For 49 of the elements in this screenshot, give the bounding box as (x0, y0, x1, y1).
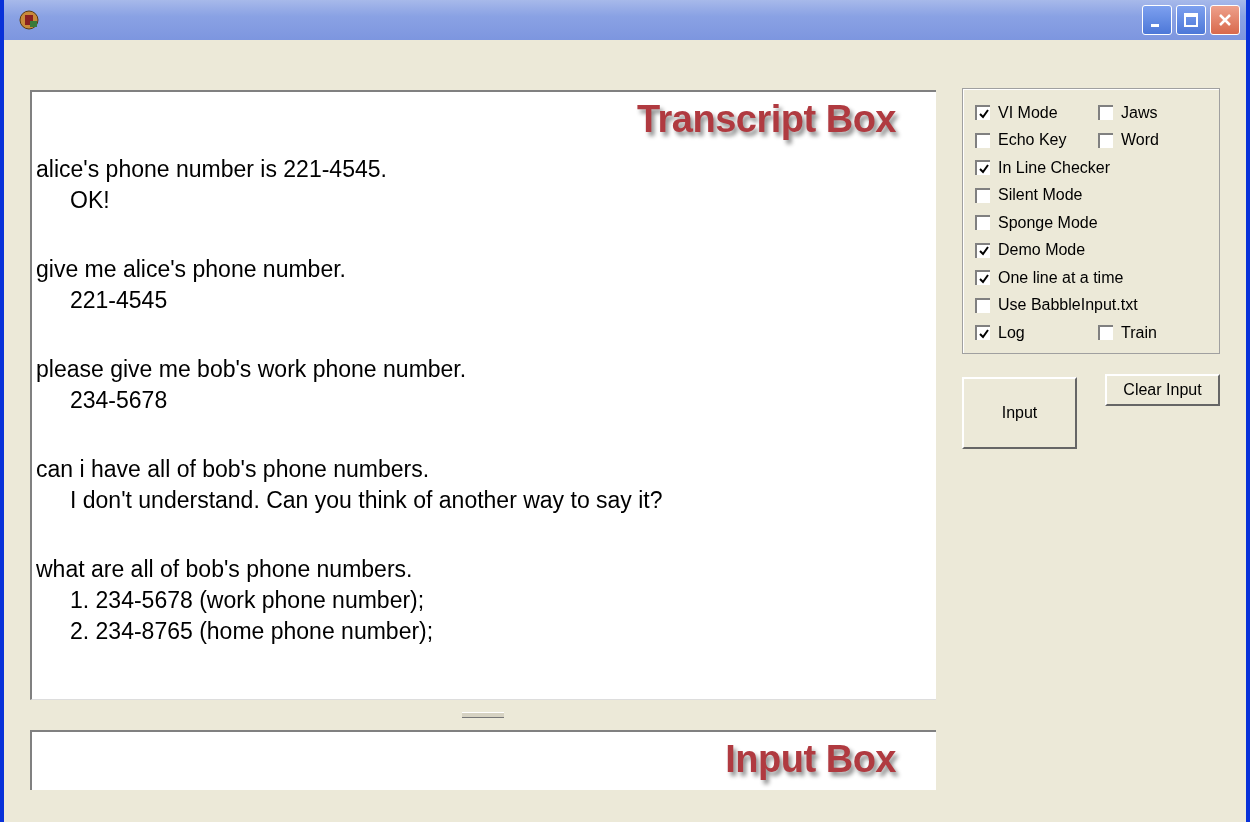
transcript-reply: I don't understand. Can you think of another way to say it? (69, 486, 664, 515)
maximize-icon (1183, 12, 1199, 28)
clear-input-button[interactable]: Clear Input (1105, 374, 1220, 406)
transcript-line: can i have all of bob's phone numbers. (36, 455, 431, 484)
input-button[interactable]: Input (962, 377, 1077, 449)
close-icon (1217, 12, 1233, 28)
option-checkbox[interactable]: One line at a time (975, 268, 1124, 287)
checkbox[interactable] (975, 242, 990, 258)
checkbox[interactable] (975, 215, 990, 231)
checkbox[interactable] (1098, 132, 1113, 148)
transcript-reply: 2. 234-8765 (home phone number); (69, 617, 435, 646)
checkbox[interactable] (1098, 325, 1113, 341)
splitter-handle[interactable] (462, 712, 504, 718)
checkbox[interactable] (975, 132, 990, 148)
checkbox[interactable] (975, 187, 990, 203)
option-checkbox[interactable]: Demo Mode (975, 241, 1086, 260)
checkbox[interactable] (975, 270, 990, 286)
checkbox[interactable] (975, 160, 990, 176)
app-icon (18, 9, 40, 31)
maximize-button[interactable] (1176, 5, 1206, 35)
transcript-reply: 1. 234-5678 (work phone number); (69, 586, 426, 615)
option-checkbox[interactable]: Sponge Mode (975, 213, 1098, 232)
transcript-line: please give me bob's work phone number. (36, 355, 468, 384)
checkbox[interactable] (975, 325, 990, 341)
close-button[interactable] (1210, 5, 1240, 35)
option-checkbox[interactable]: Word (1098, 131, 1159, 150)
checkbox[interactable] (1098, 105, 1113, 121)
option-checkbox[interactable]: VI Mode (975, 103, 1098, 122)
transcript-line: give me alice's phone number. (36, 255, 347, 284)
input-field[interactable]: Input Box (30, 730, 936, 790)
transcript-line: what are all of bob's phone numbers. (36, 555, 414, 584)
transcript-reply: OK! (69, 186, 111, 215)
transcript-box[interactable] (30, 90, 936, 700)
transcript-box-label: Transcript Box (636, 98, 896, 141)
minimize-button[interactable] (1142, 5, 1172, 35)
minimize-icon (1150, 23, 1159, 27)
option-checkbox[interactable]: Jaws (1098, 103, 1158, 122)
option-checkbox[interactable]: Log (975, 323, 1098, 342)
transcript-reply: 221-4545 (69, 286, 169, 315)
checkbox[interactable] (975, 297, 990, 313)
option-checkbox[interactable]: Silent Mode (975, 186, 1083, 205)
transcript-reply: 234-5678 (69, 386, 169, 415)
option-checkbox[interactable]: Echo Key (975, 131, 1098, 150)
option-checkbox[interactable]: In Line Checker (975, 158, 1111, 177)
option-checkbox[interactable]: Use BabbleInput.txt (975, 296, 1138, 315)
transcript-line: alice's phone number is 221-4545. (36, 155, 388, 184)
input-box-label: Input Box (725, 738, 896, 781)
checkbox[interactable] (975, 105, 990, 121)
option-checkbox[interactable]: Train (1098, 323, 1157, 342)
